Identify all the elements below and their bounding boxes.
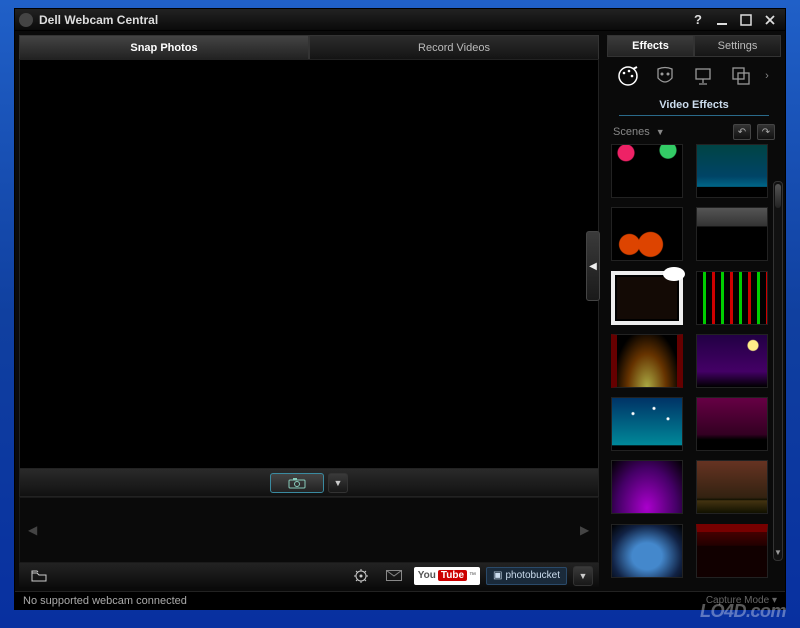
folder-icon [31, 570, 47, 582]
minimize-button[interactable] [711, 12, 733, 28]
titlebar: Dell Webcam Central ? [15, 9, 785, 31]
capture-bar: ▼ [19, 469, 599, 497]
effect-thumb[interactable] [696, 334, 768, 388]
help-button[interactable]: ? [687, 12, 709, 28]
effect-thumb[interactable] [611, 271, 683, 325]
collapse-panel-button[interactable]: ◀ [586, 231, 600, 301]
screen-icon [693, 66, 713, 86]
tab-label: Record Videos [418, 42, 490, 54]
effect-thumb[interactable] [611, 144, 683, 198]
envelope-icon [386, 570, 402, 581]
right-tabs: Effects Settings [607, 35, 781, 57]
effect-thumb[interactable] [611, 460, 683, 514]
effect-thumb[interactable] [611, 397, 683, 451]
camera-icon [288, 477, 306, 489]
gallery-next-button[interactable]: ▶ [580, 523, 590, 537]
photobucket-button[interactable]: ▣ photobucket [486, 567, 567, 585]
effect-thumb[interactable] [611, 334, 683, 388]
category-video-effects[interactable] [615, 63, 641, 89]
effect-thumb[interactable] [696, 460, 768, 514]
scene-selector-row: Scenes ▼ ↶ ↷ [607, 122, 781, 142]
mask-icon [655, 66, 675, 86]
tab-settings[interactable]: Settings [694, 35, 781, 57]
scene-dropdown[interactable]: ▼ [656, 127, 665, 137]
scroll-down-icon[interactable]: ▼ [774, 548, 782, 558]
left-pane: Snap Photos Record Videos ◀ ▼ [15, 31, 603, 591]
app-window: Dell Webcam Central ? Snap Photos Record… [14, 8, 786, 610]
youtube-label-2: Tube [438, 570, 467, 581]
app-logo-icon [19, 13, 33, 27]
tab-record-videos[interactable]: Record Videos [309, 35, 599, 59]
main-row: Snap Photos Record Videos ◀ ▼ [15, 31, 785, 591]
status-message: No supported webcam connected [23, 595, 187, 607]
redo-button[interactable]: ↷ [757, 124, 775, 140]
tab-label: Settings [718, 40, 758, 52]
category-frames[interactable] [728, 63, 754, 89]
palette-icon [617, 65, 639, 87]
capture-mode-label: Capture Mode ▾ [706, 595, 777, 606]
status-bar: No supported webcam connected Capture Mo… [15, 591, 785, 609]
undo-button[interactable]: ↶ [733, 124, 751, 140]
effect-thumb[interactable] [611, 524, 683, 578]
thumbnail-gallery: ◀ ▶ [19, 497, 599, 563]
effect-thumb[interactable] [696, 397, 768, 451]
effect-thumb[interactable] [696, 144, 768, 198]
effects-scrollbar[interactable]: ▼ [773, 181, 783, 561]
webcam-preview: ◀ [19, 59, 599, 469]
capture-mode-dropdown[interactable]: ▼ [328, 473, 348, 493]
right-pane: Effects Settings › [603, 31, 785, 591]
effect-category-row: › [607, 57, 781, 95]
gear-icon [354, 569, 368, 583]
effects-subtitle: Video Effects [619, 95, 769, 116]
youtube-button[interactable]: You Tube ™ [414, 567, 480, 585]
tab-label: Snap Photos [130, 42, 197, 54]
category-presentation[interactable] [690, 63, 716, 89]
tab-label: Effects [632, 40, 669, 52]
effect-thumb[interactable] [611, 207, 683, 261]
category-more-button[interactable]: › [765, 70, 773, 82]
tab-snap-photos[interactable]: Snap Photos [19, 35, 309, 59]
frames-icon [731, 66, 751, 86]
settings-gear-button[interactable] [348, 567, 374, 585]
capture-button[interactable] [270, 473, 324, 493]
effects-thumbnail-grid [607, 142, 781, 587]
effect-thumb[interactable] [696, 271, 768, 325]
category-avatars[interactable] [652, 63, 678, 89]
email-button[interactable] [380, 567, 408, 585]
gallery-prev-button[interactable]: ◀ [28, 523, 38, 537]
effect-thumb[interactable] [696, 207, 768, 261]
tab-effects[interactable]: Effects [607, 35, 694, 57]
effect-thumb[interactable] [696, 524, 768, 578]
youtube-label-1: You [418, 570, 436, 581]
photobucket-label: photobucket [506, 570, 561, 581]
scene-category-label: Scenes [613, 126, 650, 138]
maximize-button[interactable] [735, 12, 757, 28]
bottom-bar: You Tube ™ ▣ photobucket ▼ [19, 563, 599, 587]
youtube-tm: ™ [469, 572, 476, 579]
mode-tabs: Snap Photos Record Videos [19, 35, 599, 59]
share-dropdown[interactable]: ▼ [573, 566, 593, 586]
window-controls: ? [687, 12, 781, 28]
window-title: Dell Webcam Central [39, 13, 687, 27]
open-folder-button[interactable] [25, 567, 53, 585]
close-button[interactable] [759, 12, 781, 28]
scrollbar-handle[interactable] [775, 184, 781, 208]
